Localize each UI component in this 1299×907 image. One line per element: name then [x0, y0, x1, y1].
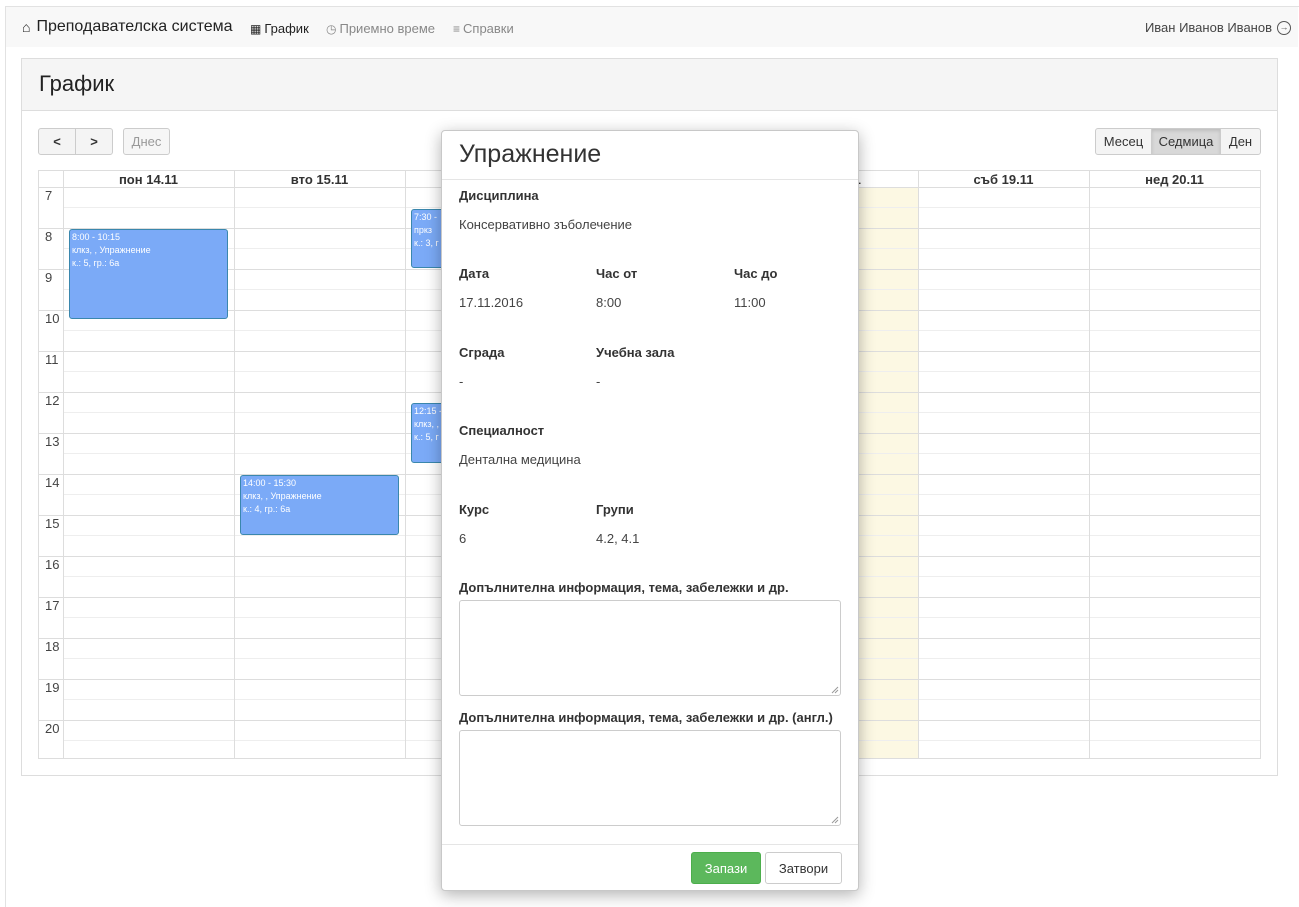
day-divider [405, 171, 406, 758]
building-label: Сграда [459, 345, 505, 360]
event-line2: клкз, , Упражнение [243, 491, 322, 501]
nav-office-hours-label: Приемно време [339, 21, 436, 36]
info-en-textarea[interactable] [459, 730, 841, 826]
event-line3: к.: 5, гр.: 6а [72, 258, 120, 268]
event-line3: к.: 4, гр.: 6а [243, 504, 291, 514]
calendar-event[interactable]: 14:00 - 15:30 клкз, , Упражнение к.: 4, гр… [240, 475, 399, 535]
day-header[interactable]: вто 15.11 [234, 172, 405, 187]
groups-value: 4.2, 4.1 [596, 531, 640, 546]
logout-icon: → [1277, 20, 1291, 35]
specialty-label: Специалност [459, 423, 545, 438]
close-button[interactable]: Затвори [765, 852, 842, 884]
time-to-value: 11:00 [734, 295, 766, 310]
hour-label: 10 [45, 311, 60, 326]
home-icon: ⌂ [22, 19, 31, 35]
event-time: 8:00 - 10:15 [72, 232, 121, 242]
hour-label: 13 [45, 434, 60, 449]
user-menu[interactable]: Иван Иванов Иванов → [1145, 20, 1291, 35]
day-header[interactable]: съб 19.11 [918, 172, 1089, 187]
hour-label: 16 [45, 557, 60, 572]
time-to-label: Час до [734, 266, 778, 281]
gutter-divider [63, 171, 64, 758]
save-button[interactable]: Запази [691, 852, 761, 884]
modal-footer-divider [442, 844, 858, 845]
date-label: Дата [459, 266, 490, 281]
clock-icon: ◷ [326, 21, 337, 36]
day-divider [1089, 171, 1090, 758]
discipline-value: Консервативно зъболечение [459, 217, 633, 232]
date-value: 17.11.2016 [459, 295, 524, 310]
hour-label: 17 [45, 598, 60, 613]
course-label: Курс [459, 502, 490, 517]
calendar-event[interactable]: 8:00 - 10:15 клкз, , Упражнение к.: 5, гр.… [69, 229, 228, 320]
brand-link[interactable]: ⌂ Преподавателска система [22, 18, 233, 36]
hour-label: 9 [45, 270, 53, 285]
info-en-label: Допълнителна информация, тема, забележки… [459, 710, 833, 725]
modal-title: Упражнение [459, 140, 602, 168]
modal-header-divider [442, 179, 858, 180]
nav-schedule-label: График [264, 21, 309, 36]
panel-heading: График [22, 59, 1277, 111]
room-label: Учебна зала [596, 345, 675, 360]
hour-label: 19 [45, 680, 60, 695]
event-modal: Упражнение Дисциплина Консервативно зъбо… [441, 130, 859, 891]
resize-grip-icon[interactable] [831, 816, 839, 824]
specialty-value: Дентална медицина [459, 452, 581, 467]
brand-label: Преподавателска система [36, 18, 233, 35]
hour-label: 15 [45, 516, 60, 531]
list-icon: ≡ [453, 21, 461, 36]
nav-reports[interactable]: ≡ Справки [453, 21, 514, 36]
view-day-button[interactable]: Ден [1220, 128, 1261, 155]
info-label: Допълнителна информация, тема, забележки… [459, 580, 789, 595]
resize-grip-icon[interactable] [831, 686, 839, 694]
prev-button[interactable]: < [38, 128, 76, 155]
calendar-icon: ▦ [250, 21, 262, 36]
groups-label: Групи [596, 502, 634, 517]
course-value: 6 [459, 531, 467, 546]
discipline-label: Дисциплина [459, 188, 539, 203]
day-header[interactable]: пон 14.11 [63, 172, 234, 187]
time-from-label: Час от [596, 266, 638, 281]
time-from-value: 8:00 [596, 295, 622, 310]
navbar: ⌂ Преподавателска система ▦ График ◷ При… [6, 7, 1298, 47]
view-week-button[interactable]: Седмица [1151, 128, 1221, 155]
today-button[interactable]: Днес [123, 128, 170, 155]
room-value: - [596, 374, 601, 389]
user-name: Иван Иванов Иванов [1144, 20, 1272, 35]
view-month-button[interactable]: Месец [1095, 128, 1152, 155]
nav-office-hours[interactable]: ◷ Приемно време [326, 21, 435, 36]
nav-schedule[interactable]: ▦ График [250, 21, 309, 36]
day-divider [234, 171, 235, 758]
page-title: График [39, 71, 115, 96]
hour-label: 8 [45, 229, 53, 244]
info-textarea[interactable] [459, 600, 841, 696]
hour-label: 14 [45, 475, 60, 490]
event-line2: клкз, , Упражнение [72, 245, 151, 255]
hour-label: 20 [45, 721, 60, 736]
event-time: 14:00 - 15:30 [243, 478, 297, 488]
day-header[interactable]: нед 20.11 [1089, 172, 1260, 187]
hour-label: 11 [45, 352, 59, 367]
nav-reports-label: Справки [463, 21, 514, 36]
hour-label: 7 [45, 188, 53, 203]
next-button[interactable]: > [75, 128, 113, 155]
day-divider [918, 171, 919, 758]
hour-label: 18 [45, 639, 60, 654]
hour-label: 12 [45, 393, 60, 408]
building-value: - [459, 374, 464, 389]
